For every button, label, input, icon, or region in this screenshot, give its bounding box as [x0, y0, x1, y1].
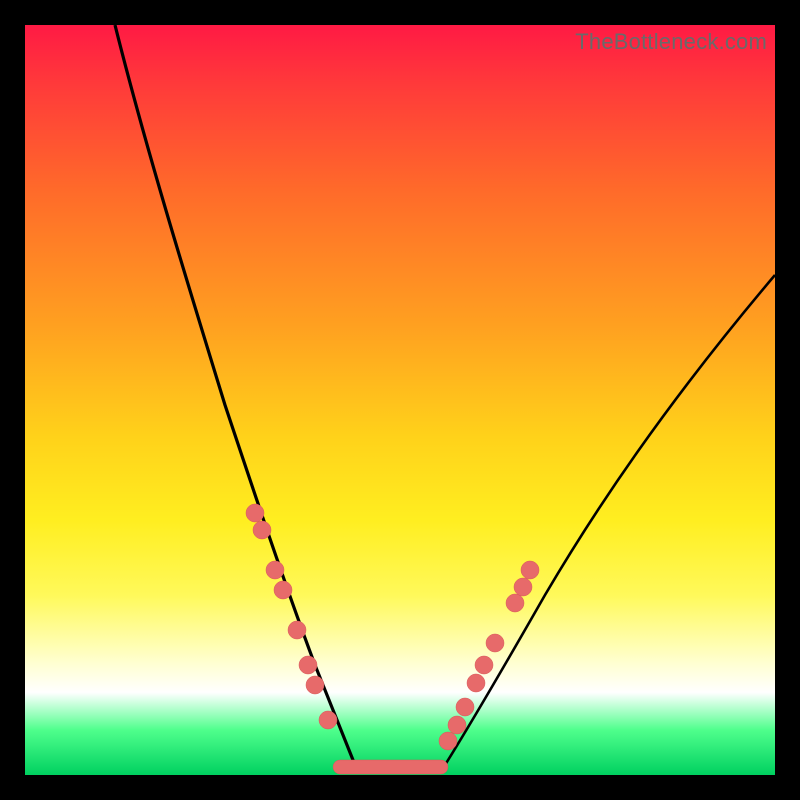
- marker-dot: [448, 716, 466, 734]
- marker-dot: [475, 656, 493, 674]
- curve-right: [445, 275, 775, 765]
- marker-dot: [486, 634, 504, 652]
- marker-dot: [253, 521, 271, 539]
- curve-layer: [25, 25, 775, 775]
- marker-dot: [439, 732, 457, 750]
- marker-dot: [467, 674, 485, 692]
- marker-dot: [306, 676, 324, 694]
- marker-dot: [266, 561, 284, 579]
- plot-area: TheBottleneck.com: [25, 25, 775, 775]
- marker-dot: [506, 594, 524, 612]
- marker-dot: [299, 656, 317, 674]
- marker-dot: [319, 711, 337, 729]
- marker-dot: [274, 581, 292, 599]
- curve-left: [115, 25, 355, 765]
- marker-dot: [456, 698, 474, 716]
- marker-dot: [514, 578, 532, 596]
- floor-marker-band: [333, 760, 448, 774]
- marker-dot: [246, 504, 264, 522]
- chart-frame: TheBottleneck.com: [0, 0, 800, 800]
- marker-dot: [288, 621, 306, 639]
- marker-dot: [521, 561, 539, 579]
